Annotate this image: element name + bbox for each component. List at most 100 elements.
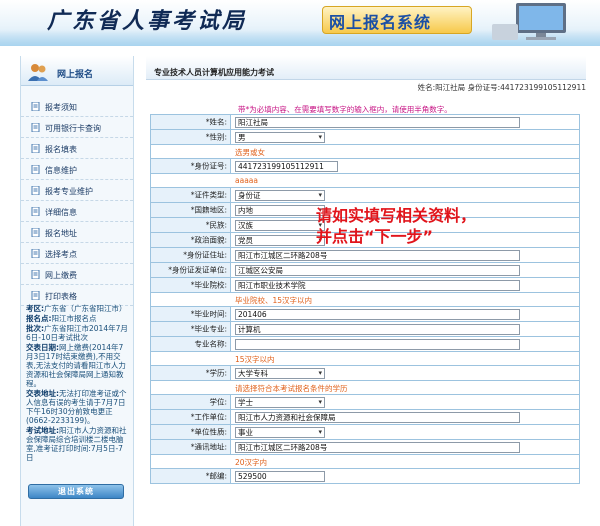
issuer-label: *身份证发证单位: bbox=[168, 265, 227, 275]
sidebar-item-label: 报考须知 bbox=[45, 103, 77, 112]
sidebar-item-payment[interactable]: 网上缴费 bbox=[21, 264, 133, 285]
region-select[interactable]: 内地 bbox=[235, 205, 325, 216]
info-region: 考区:广东省（广东省阳江市） bbox=[26, 304, 127, 313]
sidebar-menu: 报考须知 可用银行卡查询 报名填表 信息维护 报考专业维护 详细信息 报名地址 … bbox=[21, 96, 133, 306]
page-icon bbox=[31, 291, 40, 300]
school-input[interactable]: 阳江市职业技术学院 bbox=[235, 280, 520, 291]
major-input[interactable]: 计算机 bbox=[235, 324, 520, 335]
prof-title-input[interactable] bbox=[235, 339, 520, 350]
gender-select[interactable]: 男 bbox=[235, 132, 325, 143]
sidebar-item-fill-form[interactable]: 报名填表 bbox=[21, 138, 133, 159]
main-content: 专业技术人员计算机应用能力考试 姓名:阳江社局 身份证号:44172319910… bbox=[146, 56, 586, 526]
sidebar-item-label: 可用银行卡查询 bbox=[45, 124, 101, 133]
row-cert: *证件类型: 身份证 bbox=[150, 188, 580, 203]
sidebar-item-address[interactable]: 报名地址 bbox=[21, 222, 133, 243]
sidebar-item-maintain-info[interactable]: 信息维护 bbox=[21, 159, 133, 180]
education-label: *学历: bbox=[205, 368, 227, 378]
page-icon bbox=[31, 165, 40, 174]
education-select[interactable]: 大学专科 bbox=[235, 368, 325, 379]
row-issuer: *身份证发证单位: 江城区公安局 bbox=[150, 263, 580, 278]
unit-type-select[interactable]: 事业 bbox=[235, 427, 325, 438]
sidebar-item-label: 网上缴费 bbox=[45, 271, 77, 280]
row-education: *学历: 大学专科 bbox=[150, 366, 580, 381]
bureau-title: 广东省人事考试局 bbox=[47, 8, 248, 34]
row-address: *身份证住址: 阳江市江城区二环路208号 bbox=[150, 248, 580, 263]
page-icon bbox=[31, 207, 40, 216]
name-input[interactable]: 阳江社局 bbox=[235, 117, 520, 128]
gender-hint: 选男或女 bbox=[235, 148, 265, 157]
region-label: *国籍地区: bbox=[190, 205, 227, 215]
sidebar-item-bank-cards[interactable]: 可用银行卡查询 bbox=[21, 117, 133, 138]
registration-form: *姓名: 阳江社局 *性别: 男 选男或女 *身份证号: 44172319910… bbox=[150, 114, 580, 484]
degree-select[interactable]: 学士 bbox=[235, 397, 325, 408]
site-header: 广东省人事考试局 网上报名系统 bbox=[0, 0, 600, 46]
address-label: *身份证住址: bbox=[183, 250, 227, 260]
id-hint: aaaaa bbox=[235, 176, 258, 185]
zip-input[interactable]: 529500 bbox=[235, 471, 325, 482]
row-major: *毕业专业: 计算机 bbox=[150, 322, 580, 337]
row-mail-hint: 20汉字内 bbox=[150, 455, 580, 469]
unit-input[interactable]: 阳江市人力资源和社会保障局 bbox=[235, 412, 520, 423]
sidebar-item-label: 报考专业维护 bbox=[45, 187, 93, 196]
row-education-hint: 请选择符合本考试报名条件的学历 bbox=[150, 381, 580, 395]
sidebar-item-label: 信息维护 bbox=[45, 166, 77, 175]
ethnic-label: *民族: bbox=[205, 220, 227, 230]
zip-label: *邮编: bbox=[205, 471, 227, 481]
sidebar-item-label: 详细信息 bbox=[45, 208, 77, 217]
ethnic-select[interactable]: 汉族 bbox=[235, 220, 325, 231]
sidebar-item-print[interactable]: 打印表格 bbox=[21, 285, 133, 306]
cert-select[interactable]: 身份证 bbox=[235, 190, 325, 201]
sidebar-item-details[interactable]: 详细信息 bbox=[21, 201, 133, 222]
name-label: *姓名: bbox=[205, 117, 227, 127]
row-mail: *通讯地址: 阳江市江城区二环路208号 bbox=[150, 440, 580, 455]
sidebar-item-maintain-major[interactable]: 报考专业维护 bbox=[21, 180, 133, 201]
prof-title-label: 专业名称: bbox=[194, 339, 227, 349]
info-batch: 批次:广东省阳江市2014年7月6日-10日考试批次 bbox=[26, 324, 128, 342]
row-school-hint: 毕业院校、15汉字以内 bbox=[150, 293, 580, 307]
page-icon bbox=[31, 228, 40, 237]
row-school: *毕业院校: 阳江市职业技术学院 bbox=[150, 278, 580, 293]
instruction-line-2: 并点击“下一步” bbox=[316, 227, 434, 246]
school-hint: 毕业院校、15汉字以内 bbox=[235, 296, 313, 305]
sidebar-item-notice[interactable]: 报考须知 bbox=[21, 96, 133, 117]
sidebar-item-exam-site[interactable]: 选择考点 bbox=[21, 243, 133, 264]
education-hint: 请选择符合本考试报名条件的学历 bbox=[235, 384, 348, 393]
sidebar-item-label: 报名填表 bbox=[45, 145, 77, 154]
mail-label: *通讯地址: bbox=[190, 442, 227, 452]
banner-text: 网上报名系统 bbox=[329, 13, 432, 32]
instruction-line-1: 请如实填写相关资料， bbox=[316, 206, 477, 225]
logout-button[interactable]: 退出系统 bbox=[28, 484, 124, 499]
political-label: *政治面貌: bbox=[190, 235, 227, 245]
row-prof-title-hint: 15汉字以内 bbox=[150, 352, 580, 366]
sidebar-item-label: 选择考点 bbox=[45, 250, 77, 259]
info-exam-address: 考试地址:阳江市人力资源和社会保障局综合培训楼二楼电脑室,准考证打印时间:7月5… bbox=[26, 426, 127, 462]
computer-icon bbox=[492, 3, 566, 40]
user-line: 姓名:阳江社局 身份证号:441723199105112911 bbox=[417, 83, 586, 92]
address-input[interactable]: 阳江市江城区二环路208号 bbox=[235, 250, 520, 261]
page-icon bbox=[31, 123, 40, 132]
row-unit-type: *单位性质: 事业 bbox=[150, 425, 580, 440]
row-prof-title: 专业名称: bbox=[150, 337, 580, 352]
info-submit-address: 交表地址:无法打印准考证或个人信息有误的考生请于7月7日下午16时30分前致电更… bbox=[26, 389, 127, 425]
id-input[interactable]: 441723199105112911 bbox=[235, 161, 338, 172]
sidebar-item-label: 打印表格 bbox=[45, 292, 77, 301]
page-icon bbox=[31, 102, 40, 111]
system-banner: 网上报名系统 bbox=[322, 6, 472, 34]
row-id: *身份证号: 441723199105112911 bbox=[150, 159, 580, 174]
row-id-hint: aaaaa bbox=[150, 174, 580, 188]
row-gender: *性别: 男 bbox=[150, 130, 580, 145]
gradtime-input[interactable]: 201406 bbox=[235, 309, 520, 320]
page-title: 专业技术人员计算机应用能力考试 bbox=[154, 68, 274, 77]
unit-label: *工作单位: bbox=[190, 412, 227, 422]
major-label: *毕业专业: bbox=[190, 324, 227, 334]
row-zip: *邮编: 529500 bbox=[150, 469, 580, 484]
issuer-input[interactable]: 江城区公安局 bbox=[235, 265, 520, 276]
row-gender-hint: 选男或女 bbox=[150, 145, 580, 159]
mail-input[interactable]: 阳江市江城区二环路208号 bbox=[235, 442, 520, 453]
political-select[interactable]: 党员 bbox=[235, 235, 325, 246]
row-degree: 学位: 学士 bbox=[150, 395, 580, 410]
id-label: *身份证号: bbox=[190, 161, 227, 171]
gender-label: *性别: bbox=[205, 132, 227, 142]
sidebar-title: 网上报名 bbox=[57, 70, 94, 80]
prof-title-hint: 15汉字以内 bbox=[235, 355, 275, 364]
